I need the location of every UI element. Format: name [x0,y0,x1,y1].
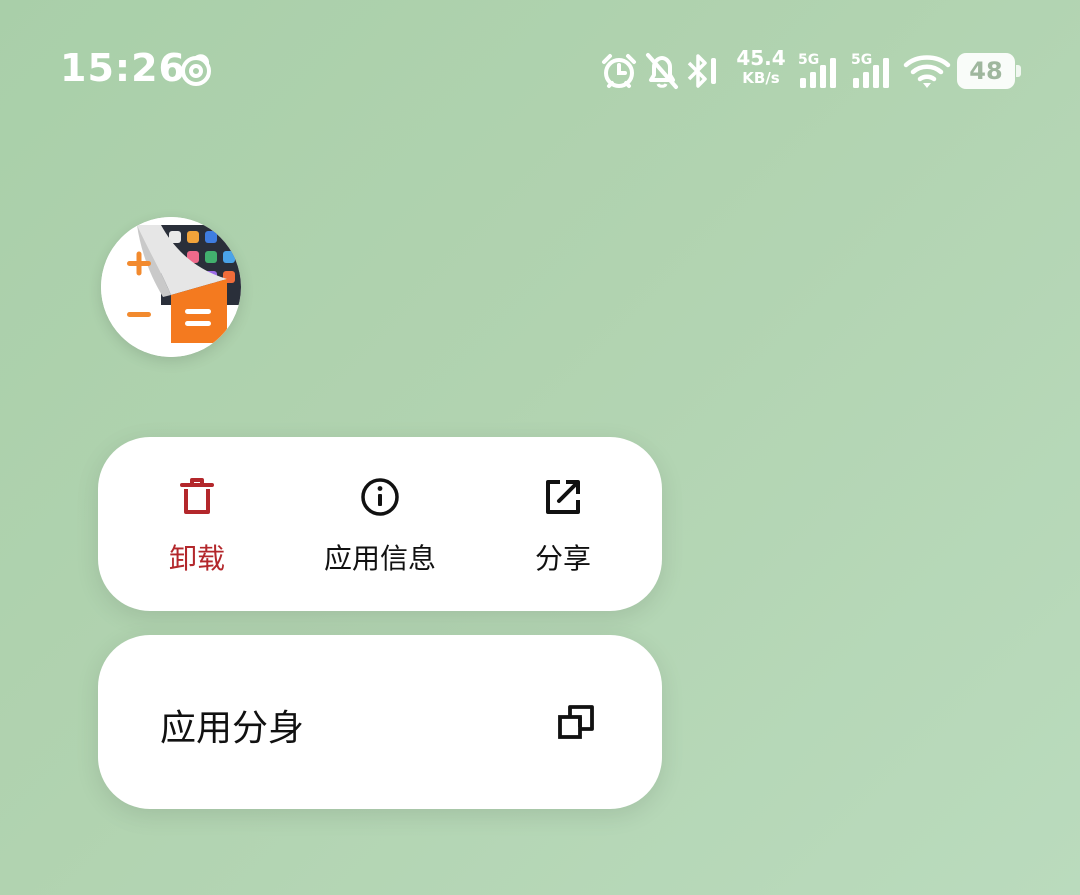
app-notification-swirl-icon [181,54,211,86]
share-button[interactable]: 分享 [469,437,657,611]
share-label: 分享 [534,542,591,575]
network-speed-unit: KB/s [742,69,780,87]
clone-icon [558,705,594,739]
app-clone-card: 应用分身 [98,635,662,809]
app-clone-row[interactable]: 应用分身 [98,635,662,809]
app-clone-label: 应用分身 [160,708,305,749]
trash-icon [180,478,214,514]
share-icon [546,480,580,514]
signal-sim1: 5G [798,52,840,90]
quick-actions-card: 卸载 应用信息 分享 [98,437,662,611]
app-info-label: 应用信息 [323,542,436,575]
clock: 15:26 [60,46,186,90]
alarm-icon [602,54,636,88]
signal-sim2: 5G [851,52,893,90]
network-speed-value: 45.4 [736,46,786,70]
uninstall-label: 卸载 [168,542,225,575]
status-bar: 15:26 45.4 KB/s 5G 5G 48 [0,0,1080,140]
signal-icon [800,58,836,88]
calculator-app-icon[interactable] [101,217,241,357]
network-speed: 45.4 KB/s [736,48,786,86]
info-icon [361,478,399,516]
battery-level: 48 [969,57,1003,85]
signal-icon [853,58,889,88]
bluetooth-icon [687,54,716,88]
app-info-button[interactable]: 应用信息 [286,437,474,611]
battery-icon: 48 [957,53,1021,89]
wifi-icon [903,55,951,88]
bell-muted-icon [646,53,678,89]
uninstall-button[interactable]: 卸载 [103,437,291,611]
